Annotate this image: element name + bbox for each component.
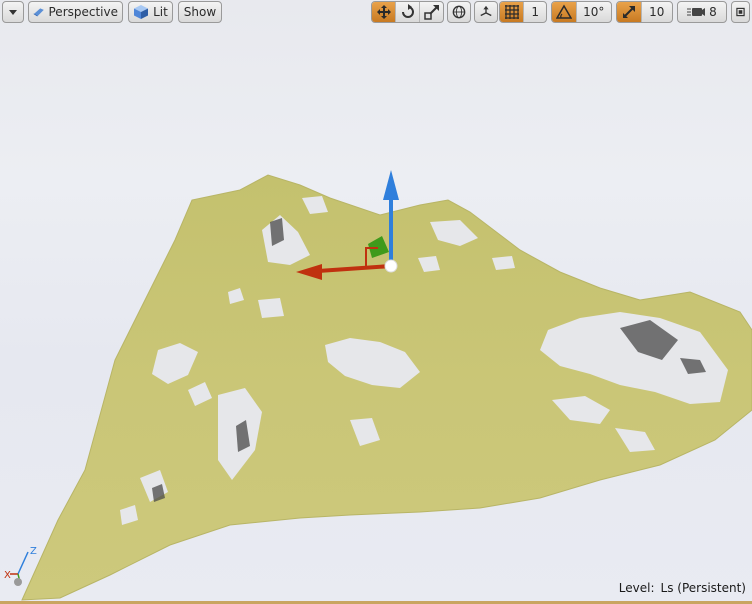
scale-snap-toggle[interactable] — [617, 2, 642, 22]
surface-snap-button[interactable] — [474, 1, 498, 23]
scale-snap-value[interactable]: 10 — [642, 2, 672, 22]
axis-indicator: Z X — [4, 546, 37, 586]
camera-speed-icon — [687, 8, 706, 16]
lighting-mode-button[interactable]: Lit — [128, 1, 173, 23]
axis-x-label: X — [4, 570, 11, 581]
gizmo-z-arrowhead — [383, 170, 399, 200]
grid-snap-toggle[interactable] — [500, 2, 525, 22]
camera-speed-value: 8 — [709, 5, 717, 19]
show-label: Show — [183, 5, 217, 19]
translate-tool[interactable] — [372, 2, 396, 22]
world-local-icon — [452, 5, 466, 19]
lit-cube-icon — [134, 5, 149, 19]
gizmo-pivot — [384, 259, 398, 273]
rotation-snap-icon — [555, 4, 572, 19]
viewport-options-button[interactable] — [2, 1, 24, 23]
camera-speed-button[interactable]: 8 — [677, 1, 727, 23]
rotate-icon — [401, 4, 414, 18]
rotation-snap-toggle[interactable] — [552, 2, 577, 22]
world-local-button[interactable] — [447, 1, 471, 23]
lighting-mode-label: Lit — [153, 5, 168, 19]
scale-snap-group: 10 — [616, 1, 673, 23]
show-flags-button[interactable]: Show — [178, 1, 222, 23]
surface-snap-icon — [480, 5, 492, 17]
translate-icon — [376, 5, 391, 19]
grid-snap-icon — [504, 5, 519, 19]
rotation-snap-value[interactable]: 10° — [577, 2, 611, 22]
level-name: Ls (Persistent) — [660, 581, 746, 595]
axis-origin-icon — [14, 578, 22, 586]
level-indicator: Level: Ls (Persistent) — [619, 581, 746, 595]
terrain-scene[interactable] — [0, 0, 752, 604]
view-mode-label: Perspective — [48, 5, 119, 19]
scale-snap-icon — [622, 6, 635, 18]
grid-snap-value[interactable]: 1 — [524, 2, 546, 22]
perspective-icon — [33, 8, 44, 17]
viewport[interactable]: Perspective Lit Show 1 10° 10 8 Z X Leve… — [0, 0, 752, 604]
maximize-icon — [736, 7, 745, 17]
level-key: Level: — [618, 581, 655, 595]
grid-snap-group: 1 — [499, 1, 547, 23]
view-mode-button[interactable]: Perspective — [28, 1, 123, 23]
scale-icon — [423, 5, 439, 20]
axis-z-label: Z — [30, 546, 37, 557]
scale-tool[interactable] — [420, 2, 443, 22]
viewport-toolbar: Perspective Lit Show 1 10° 10 8 — [0, 0, 752, 26]
transform-tools — [371, 1, 444, 23]
rotate-tool[interactable] — [396, 2, 420, 22]
dropdown-arrow-icon — [9, 10, 17, 15]
rotation-snap-group: 10° — [551, 1, 612, 23]
maximize-viewport-button[interactable] — [731, 1, 750, 23]
